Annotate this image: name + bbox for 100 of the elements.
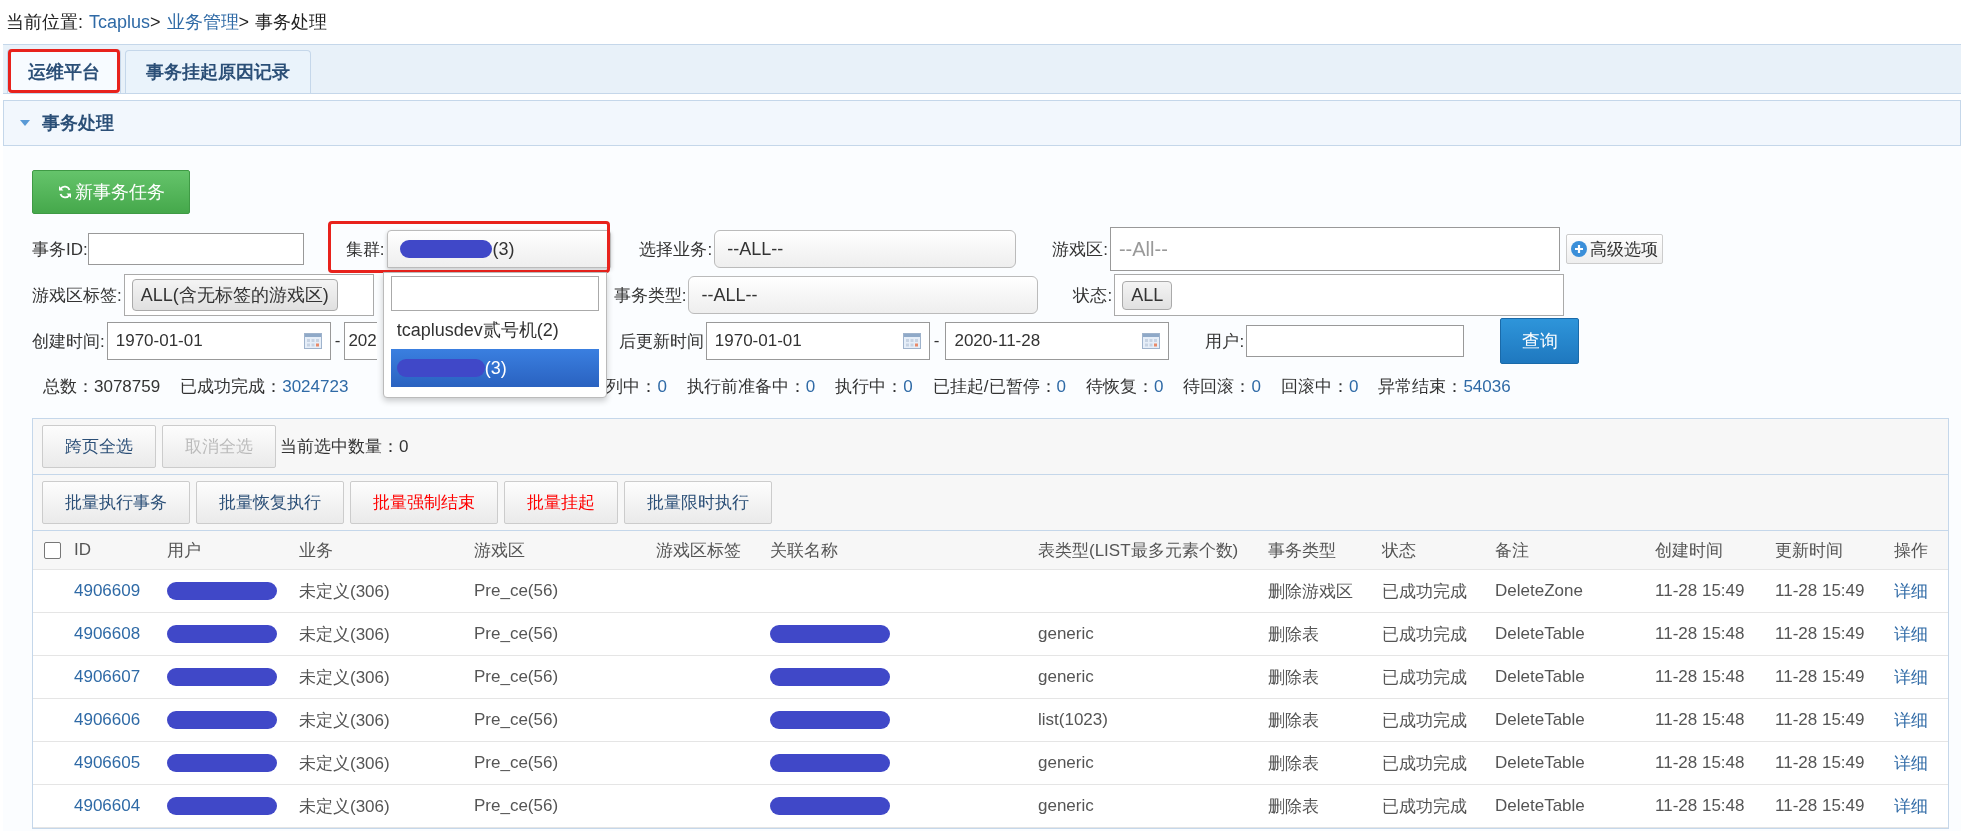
id-link[interactable]: 4906609 — [74, 581, 141, 601]
calendar-icon[interactable] — [303, 333, 322, 349]
batch-action-button[interactable]: 批量执行事务 — [42, 481, 190, 524]
table-cell-text: 删除表 — [1268, 623, 1319, 646]
detail-link[interactable]: 详细 — [1894, 794, 1928, 818]
date-field[interactable]: 1970-01-01 — [106, 322, 331, 360]
table-row[interactable]: 4906608 未定义(306) Pre_ce(56) generic 删除表 已成功完成 DeleteTable 11-28 15:48 11-28 15:49 详细 — [33, 613, 1948, 656]
column-header[interactable]: 用户 — [167, 538, 201, 562]
select-all-pages-button[interactable]: 跨页全选 — [42, 425, 156, 468]
table-cell: 11-28 15:49 — [1775, 667, 1865, 687]
status-chip[interactable]: ALL — [1122, 280, 1173, 310]
stat-label: 回滚中： — [1280, 376, 1349, 396]
id-link[interactable]: 4906608 — [74, 624, 141, 644]
stat-value[interactable]: 3024723 — [282, 376, 349, 396]
tab[interactable]: 事务挂起原因记录 — [125, 50, 311, 93]
column-header[interactable]: ID — [74, 540, 91, 560]
table-cell: list(1023) — [1038, 710, 1108, 730]
stat-value[interactable]: 0 — [1154, 376, 1164, 396]
detail-link[interactable]: 详细 — [1894, 751, 1928, 775]
table-row[interactable]: 4906609 未定义(306) Pre_ce(56) 删除游戏区 已成功完成 DeleteZone 11-28 15:49 11-28 15:49 详细 — [33, 570, 1948, 613]
field-label: 事务ID: — [32, 238, 88, 261]
date-separator: - — [334, 331, 341, 351]
stat-value[interactable]: 0 — [1348, 376, 1359, 396]
task-id-field[interactable] — [87, 233, 304, 265]
table-cell-text: 已成功完成 — [1382, 666, 1467, 689]
stat-value[interactable]: 0 — [1056, 376, 1066, 396]
dropdown-search-field[interactable] — [390, 276, 599, 311]
id-link[interactable]: 4906605 — [74, 753, 141, 773]
tab[interactable]: 运维平台 — [7, 49, 121, 93]
business-select[interactable]: --ALL-- — [714, 230, 1017, 268]
field-label: 创建时间: — [32, 330, 105, 353]
caret-icon[interactable] — [20, 119, 30, 127]
table-cell-text: 未定义(306) — [299, 709, 390, 732]
stat-label: 已挂起/已暂停： — [932, 376, 1057, 396]
field-label: 后更新时间 — [618, 330, 704, 353]
zone-tag-field[interactable]: ALL(含无标签的游戏区) — [123, 274, 374, 316]
table-cell: generic — [1038, 753, 1094, 773]
column-header[interactable]: 关联名称 — [770, 538, 838, 562]
column-header[interactable]: 游戏区标签 — [656, 538, 741, 562]
column-header[interactable]: 游戏区 — [474, 538, 525, 562]
id-link[interactable]: 4906606 — [74, 710, 141, 730]
date-separator: - — [933, 331, 940, 351]
user-field[interactable] — [1246, 325, 1465, 357]
cluster-select[interactable]: (3) — [387, 230, 612, 268]
id-link[interactable]: 4906604 — [74, 796, 141, 816]
stat-value[interactable]: 0 — [1251, 376, 1261, 396]
table-row[interactable]: 4906606 未定义(306) Pre_ce(56) list(1023) 删除表 已成功完成 DeleteTable 11-28 15:48 11-28 15:49 详细 — [33, 699, 1948, 742]
stat-value[interactable]: 0 — [657, 376, 667, 396]
stat-value[interactable]: 0 — [805, 376, 816, 396]
stat-label: 待回滚： — [1183, 376, 1252, 396]
table-row[interactable]: 4906605 未定义(306) Pre_ce(56) generic 删除表 已成功完成 DeleteTable 11-28 15:48 11-28 15:49 详细 — [33, 742, 1948, 785]
column-header[interactable]: 业务 — [299, 538, 333, 562]
column-header[interactable]: 更新时间 — [1775, 538, 1843, 562]
batch-action-button[interactable]: 批量挂起 — [504, 481, 618, 524]
column-header[interactable]: 状态 — [1382, 538, 1416, 562]
task-type-select[interactable]: --ALL-- — [688, 276, 1039, 314]
calendar-icon[interactable] — [1142, 333, 1161, 349]
detail-link[interactable]: 详细 — [1894, 665, 1928, 689]
table-cell: generic — [1038, 624, 1094, 644]
batch-action-button[interactable]: 批量强制结束 — [350, 481, 498, 524]
breadcrumb-link[interactable]: 业务管理 — [166, 10, 239, 34]
table-cell: 11-28 15:49 — [1775, 796, 1865, 816]
column-header[interactable]: 事务类型 — [1268, 538, 1336, 562]
column-header[interactable]: 操作 — [1894, 538, 1928, 562]
header-checkbox[interactable] — [44, 541, 61, 559]
table-row[interactable]: 4906607 未定义(306) Pre_ce(56) generic 删除表 已成功完成 DeleteTable 11-28 15:48 11-28 15:49 详细 — [33, 656, 1948, 699]
tag-chip[interactable]: ALL(含无标签的游戏区) — [131, 279, 338, 311]
table-cell: DeleteZone — [1495, 581, 1583, 601]
section-header[interactable]: 事务处理 — [3, 100, 1961, 146]
table-cell: 11-28 15:49 — [1775, 710, 1865, 730]
table-cell-text: 未定义(306) — [299, 666, 390, 689]
calendar-icon[interactable] — [902, 333, 921, 349]
dropdown-option[interactable]: tcaplusdev贰号机(2) — [390, 311, 599, 349]
batch-action-button[interactable]: 批量恢复执行 — [196, 481, 344, 524]
id-link[interactable]: 4906607 — [74, 667, 141, 687]
status-field[interactable]: ALL — [1114, 274, 1565, 316]
column-header[interactable]: 创建时间 — [1655, 538, 1723, 562]
stat-value[interactable]: 54036 — [1463, 376, 1511, 396]
date-field[interactable]: 2020-11-28 — [945, 322, 1170, 360]
plus-icon — [1570, 241, 1587, 257]
column-header[interactable]: 表类型(LIST最多元素个数) — [1038, 538, 1239, 562]
column-header[interactable]: 备注 — [1495, 538, 1529, 562]
date-field[interactable]: 1970-01-01 — [705, 322, 930, 360]
detail-link[interactable]: 详细 — [1894, 622, 1928, 646]
detail-link[interactable]: 详细 — [1894, 579, 1928, 603]
table-cell-text: 未定义(306) — [299, 795, 390, 818]
detail-link[interactable]: 详细 — [1894, 708, 1928, 732]
date-field[interactable]: 202 — [344, 322, 377, 360]
table-cell-text: 已成功完成 — [1382, 752, 1467, 775]
table-row[interactable]: 4906604 未定义(306) Pre_ce(56) generic 删除表 已成功完成 DeleteTable 11-28 15:48 11-28 15:49 详细 — [33, 785, 1948, 828]
batch-action-button[interactable]: 批量限时执行 — [624, 481, 772, 524]
stat-value[interactable]: 0 — [903, 376, 913, 396]
dropdown-option[interactable]: (3) — [390, 349, 599, 387]
query-button[interactable]: 查询 — [1500, 318, 1580, 364]
stat-label: 总数： — [43, 376, 94, 396]
advanced-options-button[interactable]: 高级选项 — [1565, 234, 1663, 264]
stat-label: 异常结束： — [1378, 376, 1464, 396]
breadcrumb-link[interactable]: Tcaplus — [89, 11, 151, 33]
stat-label: 列中： — [606, 376, 658, 396]
zone-field[interactable]: --All-- — [1109, 227, 1560, 271]
